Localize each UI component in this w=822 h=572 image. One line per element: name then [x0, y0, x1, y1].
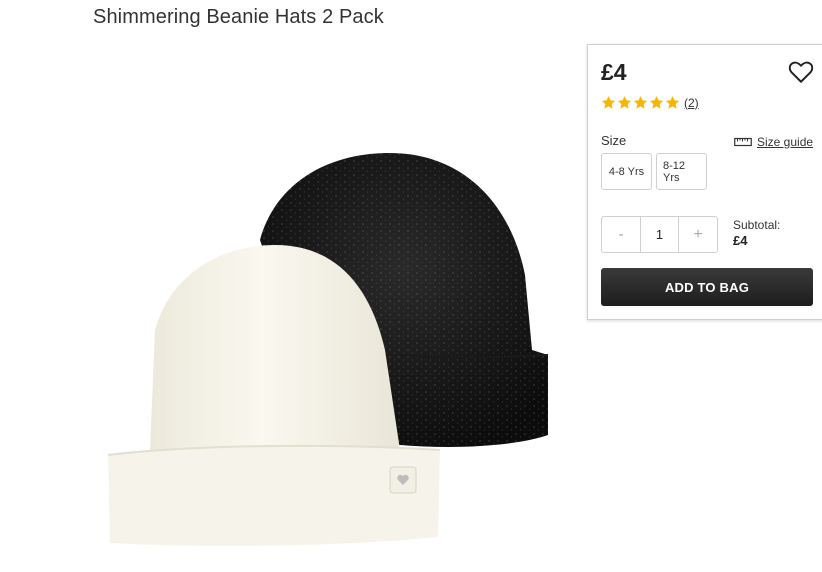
add-to-bag-button[interactable]: ADD TO BAG: [601, 268, 813, 306]
purchase-panel: £4 (2) Size Size guide 4-8 Yrs 8-12 Yrs …: [587, 44, 822, 320]
subtotal: Subtotal: £4: [733, 217, 780, 249]
star-icon: [649, 95, 664, 109]
size-option-8-12-yrs[interactable]: 8-12 Yrs: [656, 153, 707, 190]
review-count-link[interactable]: (2): [684, 96, 699, 110]
size-label: Size: [601, 133, 627, 148]
quantity-increase-button[interactable]: +: [679, 217, 717, 252]
subtotal-value: £4: [733, 233, 748, 248]
quantity-stepper: - 1 +: [601, 216, 718, 253]
product-image: [107, 153, 549, 546]
ruler-icon: [734, 137, 752, 147]
quantity-decrease-button[interactable]: -: [602, 217, 640, 252]
price: £4: [601, 59, 627, 85]
heart-icon[interactable]: [788, 59, 814, 85]
star-icon: [665, 95, 680, 109]
product-title: Shimmering Beanie Hats 2 Pack: [93, 6, 384, 28]
quantity-value[interactable]: 1: [640, 217, 679, 252]
rating: (2): [601, 95, 699, 110]
size-options: 4-8 Yrs 8-12 Yrs: [601, 153, 707, 190]
size-guide-label: Size guide: [757, 135, 814, 149]
star-rating: [601, 95, 680, 110]
size-option-4-8-yrs[interactable]: 4-8 Yrs: [601, 153, 652, 190]
subtotal-label: Subtotal:: [733, 218, 781, 232]
star-icon: [633, 95, 648, 109]
star-icon: [617, 95, 632, 109]
star-icon: [601, 95, 616, 109]
size-guide-link[interactable]: Size guide: [734, 135, 813, 149]
